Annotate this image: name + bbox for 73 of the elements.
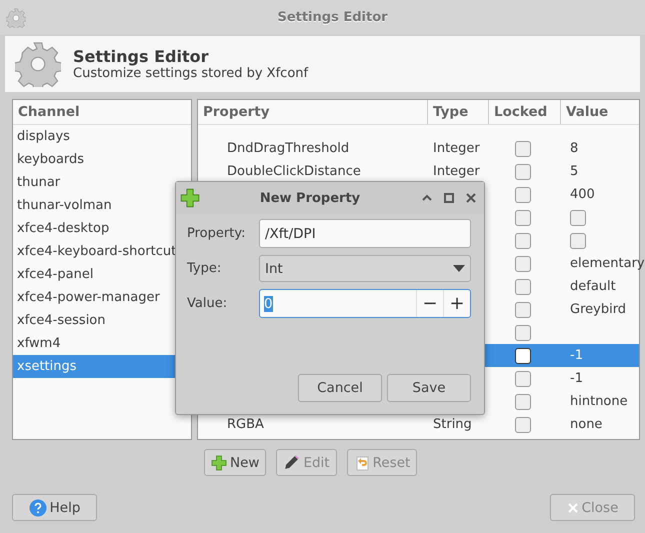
- table-cell: DndDragThreshold: [227, 141, 350, 156]
- value-checkbox[interactable]: [570, 232, 586, 248]
- plus-icon: [211, 454, 227, 470]
- decrement-button[interactable]: −: [416, 290, 443, 317]
- close-icon[interactable]: [464, 191, 478, 205]
- dialog-title: New Property: [258, 190, 362, 206]
- close-icon: [566, 502, 579, 514]
- table-cell: -1: [570, 371, 583, 386]
- table-cell: Greybird: [570, 302, 626, 317]
- dialog-button[interactable]: Cancel: [298, 374, 382, 402]
- locked-checkbox[interactable]: [515, 140, 531, 156]
- table-cell: 400: [570, 187, 595, 202]
- undo-icon: [354, 454, 370, 470]
- window-title: Settings Editor: [276, 10, 389, 25]
- table-cell: 5: [570, 164, 578, 179]
- header-subtitle: Customize settings stored by Xfconf: [73, 66, 308, 81]
- locked-checkbox[interactable]: [515, 210, 531, 226]
- gear-icon: [6, 8, 26, 28]
- locked-checkbox[interactable]: [515, 370, 531, 386]
- gear-icon: [15, 41, 61, 87]
- column-header[interactable]: Property: [198, 100, 428, 125]
- table-cell: none: [570, 417, 602, 432]
- table-cell: String: [433, 417, 472, 432]
- increment-button[interactable]: +: [443, 290, 470, 317]
- locked-checkbox[interactable]: [515, 186, 531, 202]
- table-row[interactable]: 8: [489, 137, 639, 160]
- locked-checkbox[interactable]: [515, 302, 531, 318]
- table-row[interactable]: hintnone: [489, 390, 639, 413]
- table-cell: DoubleClickDistance: [227, 164, 361, 179]
- table-row[interactable]: 5: [489, 160, 639, 183]
- table-row[interactable]: none: [489, 413, 639, 436]
- plus-icon: [180, 188, 200, 208]
- table-row[interactable]: Greybird: [489, 298, 639, 321]
- new-button[interactable]: New: [204, 449, 266, 476]
- locked-checkbox[interactable]: [515, 394, 531, 410]
- table-cell: elementary: [570, 256, 645, 271]
- table-cell: -1: [570, 348, 583, 363]
- value-spin-field[interactable]: 0 − +: [259, 289, 471, 318]
- locked-checkbox[interactable]: [515, 348, 531, 364]
- field-label: Value:: [187, 296, 228, 311]
- type-dropdown[interactable]: Int: [259, 255, 471, 282]
- dialog-button[interactable]: Save: [387, 374, 471, 402]
- locked-checkbox[interactable]: [515, 278, 531, 294]
- header-title: Settings Editor: [73, 47, 210, 66]
- help-icon: [28, 498, 47, 516]
- table-cell: RGBA: [227, 417, 264, 432]
- table-row[interactable]: 400: [489, 183, 639, 206]
- table-cell: default: [570, 279, 616, 294]
- value-checkbox[interactable]: [570, 210, 586, 226]
- channel-item[interactable]: keyboards: [13, 148, 191, 171]
- table-row[interactable]: -1: [489, 367, 639, 390]
- field-label: Property:: [187, 226, 246, 241]
- pencil-icon: [283, 454, 300, 471]
- field-label: Type:: [187, 261, 222, 276]
- column-header[interactable]: Channel: [13, 100, 191, 125]
- table-cell: hintnone: [570, 394, 628, 409]
- channel-item[interactable]: displays: [13, 125, 191, 148]
- dropdown-arrow-icon: [453, 265, 465, 272]
- locked-checkbox[interactable]: [515, 256, 531, 272]
- column-header[interactable]: Type: [428, 100, 489, 125]
- locked-checkbox[interactable]: [515, 232, 531, 248]
- table-cell: Integer: [433, 141, 480, 156]
- locked-checkbox[interactable]: [515, 164, 531, 180]
- table-row[interactable]: default: [489, 275, 639, 298]
- table-cell: 8: [570, 141, 578, 156]
- maximize-icon[interactable]: [442, 191, 456, 205]
- column-header[interactable]: Value: [561, 100, 639, 125]
- locked-checkbox[interactable]: [515, 324, 531, 340]
- column-header[interactable]: Locked: [489, 100, 561, 125]
- table-cell: Integer: [433, 164, 480, 179]
- property-field[interactable]: /Xft/DPI: [259, 219, 471, 248]
- locked-checkbox[interactable]: [515, 416, 531, 432]
- help-button[interactable]: Help: [12, 494, 97, 521]
